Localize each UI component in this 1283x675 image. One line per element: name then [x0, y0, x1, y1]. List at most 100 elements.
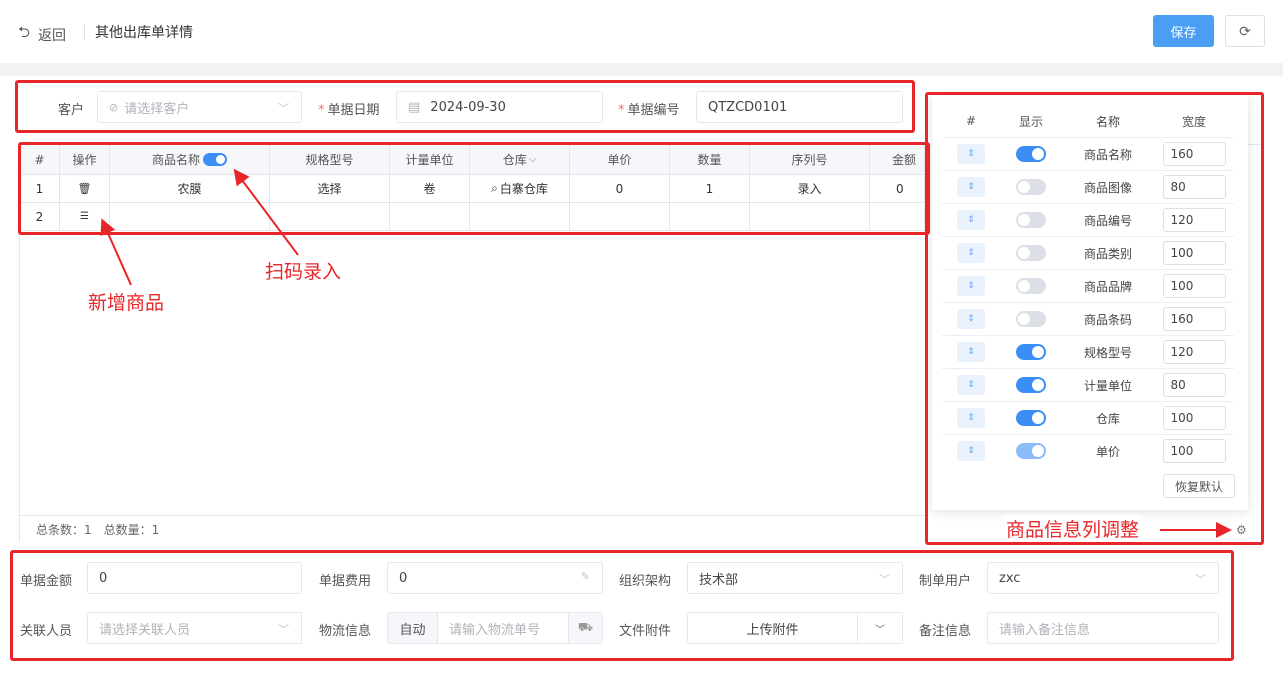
column-name: 商品品牌 [1083, 279, 1132, 294]
column-header-action[interactable]: 操作 [60, 145, 110, 175]
drag-handle-icon[interactable]: ⇕ [957, 375, 985, 395]
fee-input[interactable]: 0 ✎ [387, 562, 603, 594]
edit-icon[interactable]: ✎ [581, 570, 590, 583]
column-header-label: 序列号 [791, 153, 828, 167]
drag-handle-icon[interactable]: ⇕ [957, 177, 985, 197]
column-width-input[interactable]: 100 [1162, 274, 1226, 298]
creator-select[interactable]: zxc ﹀ [987, 562, 1219, 594]
cell-action[interactable]: 🗑 [60, 175, 110, 203]
column-setting-row: ⇕ 商品名称 160 [942, 137, 1234, 170]
chevron-down-icon[interactable]: ﹀ [857, 613, 902, 643]
amount-input[interactable]: 0 [87, 562, 302, 594]
remark-placeholder: 请输入备注信息 [999, 622, 1091, 638]
cell-serial[interactable]: 录入 [750, 175, 870, 203]
column-setting-row: ⇕ 商品类别 100 [942, 236, 1234, 269]
visibility-toggle[interactable] [1016, 146, 1046, 162]
column-header-warehouse[interactable]: 仓库 ⌵ [470, 145, 570, 175]
scan-mode-toggle[interactable] [203, 153, 227, 166]
column-width-input[interactable]: 80 [1162, 373, 1226, 397]
drag-handle-icon[interactable]: ⇕ [957, 441, 985, 461]
drag-handle-icon[interactable]: ⇕ [957, 342, 985, 362]
column-header-amount[interactable]: 金额 [870, 145, 925, 175]
save-button[interactable]: 保存 [1153, 15, 1214, 47]
drag-handle-icon[interactable]: ⇕ [957, 408, 985, 428]
cell-warehouse[interactable]: ⌕ 白寨仓库 [470, 175, 570, 203]
remark-input[interactable]: 请输入备注信息 [987, 612, 1219, 644]
column-header-unit[interactable]: 计量单位 [390, 145, 470, 175]
cell-unit[interactable] [390, 203, 470, 231]
drag-handle-icon[interactable]: ⇕ [957, 210, 985, 230]
cell-qty[interactable] [670, 203, 750, 231]
cell-amount[interactable]: 0 [870, 175, 925, 203]
cell-value: 1 [35, 181, 44, 196]
visibility-toggle[interactable] [1016, 179, 1046, 195]
visibility-toggle[interactable] [1016, 377, 1046, 393]
drag-handle-icon[interactable]: ⇕ [957, 243, 985, 263]
visibility-toggle[interactable] [1016, 410, 1046, 426]
column-width-input[interactable]: 120 [1162, 340, 1226, 364]
drag-handle-icon[interactable]: ⇕ [957, 276, 985, 296]
back-button[interactable]: ⮌ 返回 [18, 22, 66, 47]
column-header-price[interactable]: 单价 [570, 145, 670, 175]
search-icon[interactable]: ⌕ [491, 181, 498, 196]
cell-unit[interactable]: 卷 [390, 175, 470, 203]
column-width-input[interactable]: 120 [1162, 208, 1226, 232]
related-label: 关联人员 [20, 624, 73, 639]
org-select[interactable]: 技术部 ﹀ [687, 562, 903, 594]
add-product-icon[interactable]: ☰ [80, 211, 89, 222]
column-width-input[interactable]: 100 [1162, 406, 1226, 430]
cell-price[interactable]: 0 [570, 175, 670, 203]
column-width-input[interactable]: 100 [1162, 241, 1226, 265]
date-picker[interactable]: ▤ 2024-09-30 [396, 91, 603, 123]
visibility-toggle[interactable] [1016, 278, 1046, 294]
column-header-product-name[interactable]: 商品名称 [110, 145, 270, 175]
chevron-down-icon[interactable]: ⌵ [529, 154, 537, 165]
column-settings-icon[interactable]: ⚙ [1236, 523, 1247, 537]
cell-qty[interactable]: 1 [670, 175, 750, 203]
upload-attachment-button[interactable]: 上传附件 [688, 619, 857, 638]
number-value: QTZCD0101 [708, 99, 788, 115]
customer-select[interactable]: ⊘ 请选择客户 ﹀ [97, 91, 302, 123]
cell-spec[interactable] [270, 203, 390, 231]
drag-handle-icon[interactable]: ⇕ [957, 144, 985, 164]
logistics-input[interactable]: 请输入物流单号 [438, 619, 568, 638]
column-header-label: 计量单位 [405, 153, 454, 167]
column-setting-row: ⇕ 计量单位 80 [942, 368, 1234, 401]
column-width-input[interactable]: 160 [1162, 142, 1226, 166]
truck-icon[interactable]: ⛟ [568, 613, 602, 643]
delete-icon[interactable]: 🗑 [78, 182, 92, 195]
visibility-toggle[interactable] [1016, 212, 1046, 228]
column-header-serial[interactable]: 序列号 [750, 145, 870, 175]
drag-handle-icon[interactable]: ⇕ [957, 309, 985, 329]
column-header-index[interactable]: # [20, 145, 60, 175]
link-icon: ⊘ [109, 100, 119, 114]
annotation-scan: 扫码录入 [265, 261, 342, 283]
cell-action[interactable]: ☰ [60, 203, 110, 231]
column-width-input[interactable]: 160 [1162, 307, 1226, 331]
reset-default-button[interactable]: 恢复默认 [1163, 474, 1235, 498]
amount-value: 0 [99, 570, 108, 586]
visibility-toggle[interactable] [1016, 443, 1046, 459]
column-header-label: 数量 [697, 153, 722, 167]
cell-product-name[interactable]: 农膜 [110, 175, 270, 203]
column-width-input[interactable]: 100 [1162, 439, 1226, 463]
cell-spec[interactable]: 选择 [270, 175, 390, 203]
customer-placeholder: 请选择客户 [124, 101, 190, 117]
refresh-button[interactable]: ⟳ [1225, 15, 1265, 47]
creator-value: zxc [999, 570, 1021, 586]
cell-price[interactable] [570, 203, 670, 231]
related-select[interactable]: 请选择关联人员 ﹀ [87, 612, 302, 644]
logistics-auto-button[interactable]: 自动 [388, 613, 438, 643]
cell-serial[interactable] [750, 203, 870, 231]
visibility-toggle[interactable] [1016, 311, 1046, 327]
cell-warehouse[interactable] [470, 203, 570, 231]
cell-amount[interactable] [870, 203, 925, 231]
cell-product-name[interactable] [110, 203, 270, 231]
visibility-toggle[interactable] [1016, 245, 1046, 261]
column-width-input[interactable]: 80 [1162, 175, 1226, 199]
visibility-toggle[interactable] [1016, 344, 1046, 360]
column-header-qty[interactable]: 数量 [670, 145, 750, 175]
number-input[interactable]: QTZCD0101 [696, 91, 903, 123]
refresh-icon: ⟳ [1239, 22, 1251, 39]
column-header-spec[interactable]: 规格型号 [270, 145, 390, 175]
